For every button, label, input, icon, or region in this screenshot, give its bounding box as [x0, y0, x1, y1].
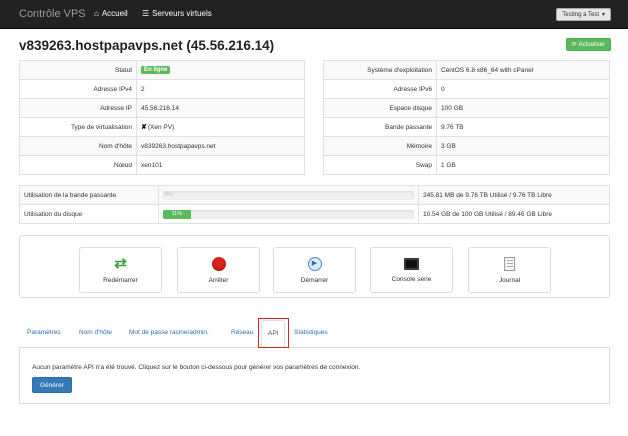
usage-table: Utilisation de la bande passante 0% 245.…: [19, 185, 610, 224]
table-row: Swap 1 GB: [323, 155, 610, 175]
info-label: Statut: [19, 60, 137, 80]
info-label: Bande passante: [323, 117, 437, 137]
table-row: Type de virtualisation ✘(Xen PV): [19, 117, 305, 137]
info-label: Espace disque: [323, 98, 437, 118]
caret-down-icon: ▾: [601, 12, 605, 18]
disk-progress-fill: 11%: [163, 209, 191, 219]
info-label: Adresse IPv6: [323, 79, 437, 99]
tab-nom-hote[interactable]: Nom d'hôte: [79, 329, 112, 336]
table-row: Adresse IPv4 2: [19, 79, 305, 99]
page-title: v839263.hostpapavps.net (45.56.216.14): [19, 38, 275, 53]
action-label: Journal: [498, 276, 521, 284]
action-label: Arrêter: [208, 276, 229, 284]
tab-mot-de-passe[interactable]: Mot de passe racine/admin.: [129, 329, 209, 336]
info-label: Adresse IP: [19, 98, 137, 118]
usage-detail: 245.81 MB de 9.76 TB Utilisé / 9.76 TB L…: [418, 185, 610, 205]
info-value: xen101: [136, 155, 305, 175]
info-value: 0: [436, 79, 610, 99]
refresh-button[interactable]: ⟳ Actualiser: [565, 38, 611, 51]
usage-label: Utilisation du disque: [19, 204, 159, 224]
bandwidth-progress-bar: 0%: [163, 190, 414, 200]
table-row: Espace disque 100 GB: [323, 98, 610, 118]
tab-parametres[interactable]: Paramètres: [27, 329, 61, 336]
action-label: Console série: [391, 275, 432, 283]
generate-button[interactable]: Générer: [32, 377, 72, 393]
info-value: 2: [136, 79, 305, 99]
disk-usage-row: Utilisation du disque 11% 10.54 GB de 10…: [19, 204, 610, 224]
play-icon: ▶: [307, 256, 322, 271]
status-badge: En ligne: [141, 66, 171, 74]
usage-detail: 10.54 GB de 100 GB Utilisé / 89.46 GB Li…: [418, 204, 610, 224]
info-value: ✘(Xen PV): [136, 117, 305, 137]
api-message: Aucun paramètre API n'a été trouvé. Cliq…: [32, 364, 361, 371]
action-label: Démarrer: [300, 276, 329, 284]
info-value: En ligne: [136, 60, 305, 80]
journal-icon: [504, 256, 515, 271]
server-info-table-right: Système d'exploitation CentOS 6.8 x86_64…: [323, 60, 610, 175]
info-label: Swap: [323, 155, 437, 175]
virtualization-value: (Xen PV): [147, 124, 175, 131]
start-button[interactable]: ▶ Démarrer: [273, 247, 356, 293]
user-menu-label: Testing a Test: [562, 11, 599, 18]
table-row: Adresse IP 45.56.216.14: [19, 98, 305, 118]
bandwidth-usage-row: Utilisation de la bande passante 0% 245.…: [19, 185, 610, 205]
stop-icon: [211, 256, 226, 271]
api-tab-highlight: [258, 318, 289, 348]
table-row: Nœud xen101: [19, 155, 305, 175]
top-navbar: Contrôle VPS ⌂ Accueil ☰ Serveurs virtue…: [0, 0, 628, 29]
refresh-icon: ⟳: [571, 42, 577, 48]
info-label: Adresse IPv4: [19, 79, 137, 99]
restart-button[interactable]: ⇄ Redémarrer: [79, 247, 162, 293]
nav-home-label: Accueil: [101, 9, 128, 18]
api-panel: Aucun paramètre API n'a été trouvé. Cliq…: [19, 348, 610, 404]
table-row: Système d'exploitation CentOS 6.8 x86_64…: [323, 60, 610, 80]
brand-logo[interactable]: Contrôle VPS: [19, 8, 86, 20]
info-value: 3 GB: [436, 136, 610, 156]
usage-label: Utilisation de la bande passante: [19, 185, 159, 205]
table-row: Statut En ligne: [19, 60, 305, 80]
tab-reseau[interactable]: Réseau: [231, 329, 253, 336]
nav-home-link[interactable]: ⌂ Accueil: [94, 9, 128, 18]
actions-panel: ⇄ Redémarrer Arrêter ▶ Démarrer Console …: [19, 235, 610, 298]
nav-servers-link[interactable]: ☰ Serveurs virtuels: [142, 9, 212, 18]
action-label: Redémarrer: [103, 277, 138, 284]
serial-console-button[interactable]: Console série: [370, 247, 453, 293]
server-info-table-left: Statut En ligne Adresse IPv4 2 Adresse I…: [19, 60, 305, 175]
info-label: Mémoire: [323, 136, 437, 156]
table-row: Adresse IPv6 0: [323, 79, 610, 99]
info-value: 100 GB: [436, 98, 610, 118]
info-value: 1 GB: [436, 155, 610, 175]
info-label: Nœud: [19, 155, 137, 175]
settings-tabs: Paramètres Nom d'hôte Mot de passe racin…: [19, 320, 610, 348]
journal-button[interactable]: Journal: [468, 247, 551, 293]
info-label: Système d'exploitation: [323, 60, 437, 80]
xen-icon: ✘: [141, 124, 147, 131]
user-menu-dropdown[interactable]: Testing a Test ▾: [556, 8, 611, 21]
tab-statistiques[interactable]: Statistiques: [294, 329, 328, 336]
stop-button[interactable]: Arrêter: [177, 247, 260, 293]
info-label: Type de virtualisation: [19, 117, 137, 137]
table-row: Nom d'hôte v839263.hostpapavps.net: [19, 136, 305, 156]
info-value: 45.56.216.14: [136, 98, 305, 118]
table-row: Mémoire 3 GB: [323, 136, 610, 156]
usage-bar-cell: 11%: [158, 204, 419, 224]
usage-bar-cell: 0%: [158, 185, 419, 205]
refresh-label: Actualiser: [578, 41, 605, 48]
info-value: 9.76 TB: [436, 117, 610, 137]
table-row: Bande passante 9.76 TB: [323, 117, 610, 137]
list-icon: ☰: [142, 9, 150, 18]
restart-icon: ⇄: [114, 255, 127, 272]
info-value: v839263.hostpapavps.net: [136, 136, 305, 156]
nav-servers-label: Serveurs virtuels: [152, 9, 212, 18]
disk-progress-bar: 11%: [163, 209, 414, 219]
info-value: CentOS 6.8 x86_64 with cPanel: [436, 60, 610, 80]
info-label: Nom d'hôte: [19, 136, 137, 156]
bandwidth-progress-fill: 0%: [165, 191, 173, 198]
home-icon: ⌂: [94, 9, 99, 18]
console-icon: [404, 257, 419, 270]
